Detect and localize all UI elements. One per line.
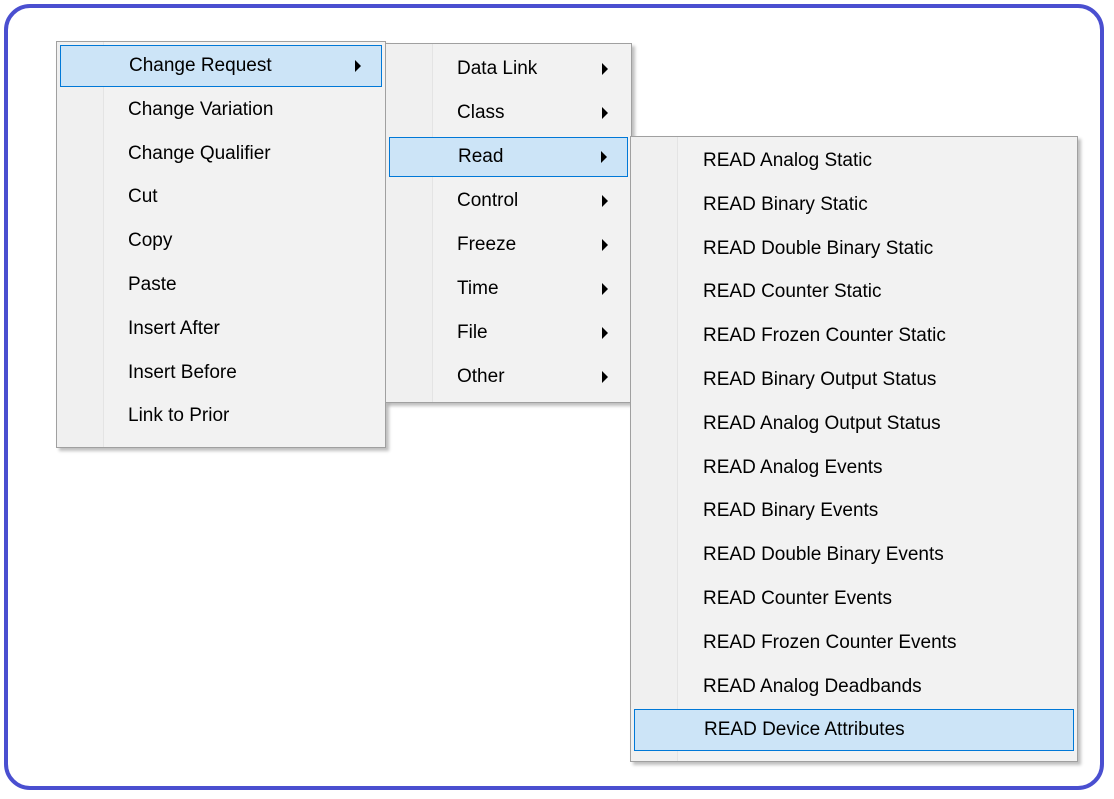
submenu-item-time[interactable]: Time	[389, 269, 628, 309]
menu-item-label: READ Frozen Counter Static	[703, 325, 946, 347]
read-item-read-analog-output-status[interactable]: READ Analog Output Status	[634, 403, 1074, 445]
submenu-arrow-icon	[602, 371, 608, 383]
menu-item-label: Change Qualifier	[128, 142, 271, 164]
menu-item-label: Copy	[128, 230, 173, 252]
read-item-read-analog-events[interactable]: READ Analog Events	[634, 447, 1074, 489]
menu-item-paste[interactable]: Paste	[60, 264, 382, 306]
menu-item-change-variation[interactable]: Change Variation	[60, 89, 382, 131]
submenu-item-freeze[interactable]: Freeze	[389, 225, 628, 265]
read-item-read-counter-static[interactable]: READ Counter Static	[634, 271, 1074, 313]
submenu-item-control[interactable]: Control	[389, 181, 628, 221]
submenu-item-file[interactable]: File	[389, 313, 628, 353]
menu-item-label: READ Frozen Counter Events	[703, 631, 957, 653]
menu-item-label: Paste	[128, 274, 177, 295]
menu-item-label: Freeze	[457, 234, 517, 255]
menu-item-label: Control	[457, 190, 519, 211]
read-item-read-binary-events[interactable]: READ Binary Events	[634, 490, 1074, 532]
read-submenu: READ Analog Static READ Binary Static READ…	[630, 136, 1078, 762]
menu-item-label: Change Variation	[128, 98, 274, 120]
menu-item-label: File	[457, 322, 488, 343]
menu-item-label: READ Double Binary Events	[703, 544, 944, 566]
submenu-item-read[interactable]: Read	[389, 137, 628, 177]
read-item-read-analog-deadbands[interactable]: READ Analog Deadbands	[634, 666, 1074, 708]
change-request-submenu: Data Link Class Read Control Freeze Time File O…	[385, 43, 632, 403]
menu-item-label: Insert After	[128, 317, 220, 339]
menu-item-label: Data Link	[457, 58, 538, 79]
menu-item-cut[interactable]: Cut	[60, 176, 382, 218]
menu-item-label: READ Binary Events	[703, 500, 879, 522]
read-item-read-device-attributes[interactable]: READ Device Attributes	[634, 709, 1074, 752]
menu-item-label: Other	[457, 366, 505, 387]
menu-item-label: READ Binary Output Status	[703, 369, 937, 390]
menu-item-label: Read	[458, 146, 504, 167]
submenu-item-other[interactable]: Other	[389, 357, 628, 397]
read-item-read-binary-output-status[interactable]: READ Binary Output Status	[634, 359, 1074, 401]
submenu-arrow-icon	[602, 239, 608, 251]
submenu-item-class[interactable]: Class	[389, 93, 628, 133]
menu-item-label: Link to Prior	[128, 405, 230, 427]
menu-item-change-request[interactable]: Change Request	[60, 45, 382, 87]
submenu-arrow-icon	[601, 151, 607, 163]
read-item-read-counter-events[interactable]: READ Counter Events	[634, 578, 1074, 620]
menu-item-copy[interactable]: Copy	[60, 220, 382, 262]
read-item-read-double-binary-static[interactable]: READ Double Binary Static	[634, 228, 1074, 270]
read-item-read-double-binary-events[interactable]: READ Double Binary Events	[634, 534, 1074, 576]
menu-item-label: Time	[457, 278, 499, 299]
menu-item-label: Change Request	[129, 55, 272, 76]
context-menu: Change Request Change Variation Change Qua…	[56, 41, 386, 448]
menu-item-label: READ Binary Static	[703, 193, 868, 215]
menu-item-insert-after[interactable]: Insert After	[60, 308, 382, 350]
menu-item-label: Cut	[128, 186, 158, 208]
submenu-arrow-icon	[602, 63, 608, 75]
submenu-arrow-icon	[602, 107, 608, 119]
menu-item-label: READ Analog Deadbands	[703, 675, 922, 697]
menu-item-label: READ Analog Events	[703, 456, 883, 478]
submenu-item-data-link[interactable]: Data Link	[389, 49, 628, 89]
menu-item-change-qualifier[interactable]: Change Qualifier	[60, 133, 382, 175]
menu-item-link-to-prior[interactable]: Link to Prior	[60, 395, 382, 437]
read-item-read-analog-static[interactable]: READ Analog Static	[634, 140, 1074, 182]
submenu-arrow-icon	[602, 195, 608, 207]
menu-item-label: READ Analog Output Status	[703, 412, 941, 434]
menu-item-label: READ Counter Events	[703, 588, 893, 609]
menu-item-label: READ Double Binary Static	[703, 237, 934, 259]
submenu-arrow-icon	[602, 327, 608, 339]
menu-item-label: Insert Before	[128, 361, 237, 383]
submenu-arrow-icon	[355, 60, 361, 72]
menu-item-label: READ Analog Static	[703, 150, 872, 171]
menu-item-insert-before[interactable]: Insert Before	[60, 352, 382, 394]
read-item-read-frozen-counter-events[interactable]: READ Frozen Counter Events	[634, 622, 1074, 664]
read-item-read-frozen-counter-static[interactable]: READ Frozen Counter Static	[634, 315, 1074, 357]
read-item-read-binary-static[interactable]: READ Binary Static	[634, 184, 1074, 226]
submenu-arrow-icon	[602, 283, 608, 295]
menu-item-label: READ Counter Static	[703, 281, 882, 303]
menu-item-label: Class	[457, 102, 505, 123]
menu-item-label: READ Device Attributes	[704, 719, 905, 741]
